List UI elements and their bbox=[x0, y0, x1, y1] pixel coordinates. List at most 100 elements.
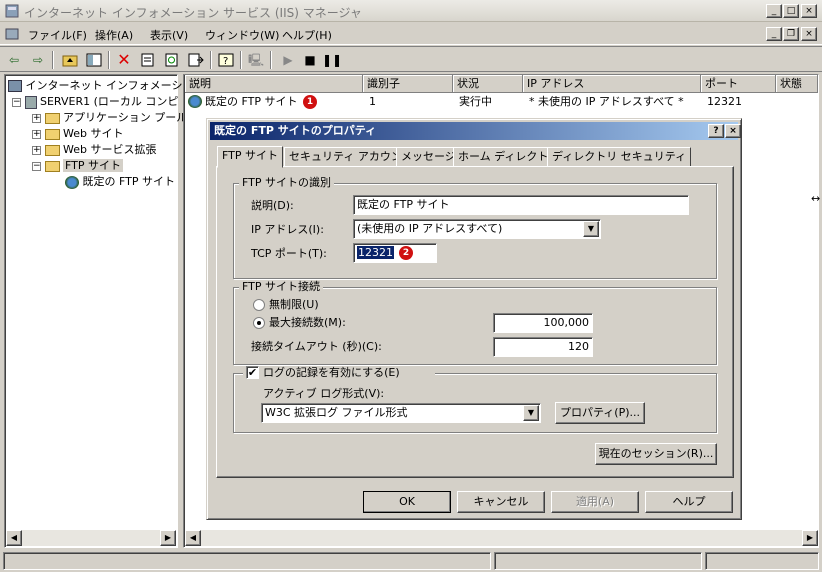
tree-server[interactable]: − SERVER1 (ローカル コンピ bbox=[12, 94, 178, 110]
status-bar bbox=[0, 550, 822, 572]
tree-hscrollbar[interactable]: ◀ ▶ bbox=[6, 530, 176, 546]
menu-file[interactable]: ファイル(F) bbox=[28, 27, 87, 43]
scroll-right-icon[interactable]: ▶ bbox=[802, 530, 818, 546]
menu-bar: ファイル(F) 操作(A) 表示(V) ウィンドウ(W) ヘルプ(H) _ ❐ … bbox=[0, 23, 822, 45]
log-format-select[interactable]: W3C 拡張ログ ファイル形式 ▼ bbox=[261, 403, 541, 423]
maximize-button[interactable]: □ bbox=[783, 4, 799, 18]
child-minimize-button[interactable]: _ bbox=[766, 27, 782, 41]
server-icon bbox=[24, 95, 37, 109]
log-format-value: W3C 拡張ログ ファイル形式 bbox=[265, 406, 408, 419]
expand-icon[interactable]: + bbox=[32, 145, 41, 155]
menu-action[interactable]: 操作(A) bbox=[95, 27, 133, 43]
refresh-icon[interactable] bbox=[162, 50, 182, 70]
stop-icon[interactable]: ■ bbox=[300, 50, 320, 70]
max-connections-label[interactable]: 最大接続数(M): bbox=[269, 316, 346, 330]
tcp-port-input[interactable]: 12321 bbox=[353, 243, 437, 263]
current-sessions-button[interactable]: 現在のセッション(R)... bbox=[595, 443, 717, 465]
minimize-button[interactable]: _ bbox=[766, 4, 782, 18]
play-icon[interactable]: ▶ bbox=[278, 50, 298, 70]
scroll-right-icon[interactable]: ▶ bbox=[160, 530, 176, 546]
table-row[interactable]: 既定の FTP サイト 1 1 実行中 * 未使用の IP アドレスすべて * … bbox=[185, 94, 818, 110]
close-button[interactable]: × bbox=[801, 4, 817, 18]
title-bar: インターネット インフォメーション サービス (IIS) マネージャ _ □ × bbox=[0, 0, 822, 22]
pause-icon[interactable]: ❚❚ bbox=[322, 50, 342, 70]
max-connections-radio[interactable] bbox=[253, 317, 265, 329]
list-hscrollbar[interactable]: ◀ ▶ bbox=[185, 530, 818, 546]
log-enable-label[interactable]: ログの記録を有効にする(E) bbox=[263, 366, 400, 380]
tree-web-ext[interactable]: + Web サービス拡張 bbox=[32, 142, 156, 158]
log-properties-button[interactable]: プロパティ(P)... bbox=[555, 402, 645, 424]
collapse-icon[interactable]: − bbox=[32, 161, 41, 171]
iis-root-icon bbox=[8, 80, 22, 92]
folder-icon bbox=[44, 112, 60, 124]
dropdown-arrow-icon[interactable]: ▼ bbox=[583, 221, 599, 237]
child-restore-button[interactable]: ❐ bbox=[783, 27, 799, 41]
apply-button[interactable]: 適用(A) bbox=[551, 491, 639, 513]
status-pane-2 bbox=[494, 552, 702, 570]
status-pane-3 bbox=[705, 552, 819, 570]
folder-icon bbox=[44, 128, 60, 140]
back-icon[interactable]: ⇦ bbox=[4, 50, 24, 70]
row-id: 1 bbox=[369, 95, 376, 108]
col-state[interactable]: 状態 bbox=[776, 75, 818, 93]
resize-cursor-icon: ↔ bbox=[811, 192, 821, 205]
tab-directory-security[interactable]: ディレクトリ セキュリティ bbox=[547, 147, 692, 167]
delete-icon[interactable]: ✕ bbox=[114, 50, 134, 70]
tree-default-ftp[interactable]: 既定の FTP サイト bbox=[65, 174, 175, 190]
tree-ftp-sites[interactable]: − FTP サイト bbox=[32, 158, 123, 174]
col-status[interactable]: 状況 bbox=[453, 75, 523, 93]
max-connections-input[interactable]: 100,000 bbox=[493, 313, 593, 333]
log-enable-checkbox[interactable]: ✔ bbox=[246, 366, 259, 379]
tree-web-sites-label: Web サイト bbox=[63, 127, 124, 140]
row-desc: 既定の FTP サイト bbox=[205, 95, 298, 108]
ip-select-value: (未使用の IP アドレスすべて) bbox=[357, 222, 503, 235]
col-ip[interactable]: IP アドレス bbox=[523, 75, 701, 93]
properties-dialog: 既定の FTP サイトのプロパティ ? × FTP サイト セキュリティ アカウ… bbox=[206, 118, 742, 520]
unlimited-radio[interactable] bbox=[253, 299, 265, 311]
cancel-button[interactable]: キャンセル bbox=[457, 491, 545, 513]
tree-app-pools[interactable]: + アプリケーション プール bbox=[32, 110, 187, 126]
col-port[interactable]: ポート bbox=[701, 75, 776, 93]
properties-icon[interactable] bbox=[138, 50, 158, 70]
menu-help[interactable]: ヘルプ(H) bbox=[282, 27, 332, 43]
tab-ftp-site[interactable]: FTP サイト bbox=[217, 146, 283, 168]
collapse-icon[interactable]: − bbox=[12, 97, 21, 107]
tree-root[interactable]: インターネット インフォメーション bbox=[8, 78, 204, 94]
timeout-input[interactable]: 120 bbox=[493, 337, 593, 357]
dialog-close-button[interactable]: × bbox=[725, 124, 741, 138]
ip-select[interactable]: (未使用の IP アドレスすべて) ▼ bbox=[353, 219, 601, 239]
logging-legend: ✔ ログの記録を有効にする(E) bbox=[243, 366, 435, 380]
col-id[interactable]: 識別子 bbox=[363, 75, 453, 93]
folder-icon bbox=[44, 160, 60, 172]
dialog-title-bar: 既定の FTP サイトのプロパティ ? × bbox=[210, 122, 741, 140]
scroll-left-icon[interactable]: ◀ bbox=[185, 530, 201, 546]
computer-icon[interactable]: 🖳 bbox=[246, 50, 266, 70]
export-list-icon[interactable] bbox=[186, 50, 206, 70]
unlimited-label[interactable]: 無制限(U) bbox=[269, 298, 319, 312]
col-desc[interactable]: 説明 bbox=[185, 75, 363, 93]
forward-icon[interactable]: ⇨ bbox=[28, 50, 48, 70]
menu-window[interactable]: ウィンドウ(W) bbox=[205, 27, 279, 43]
dropdown-arrow-icon[interactable]: ▼ bbox=[523, 405, 539, 421]
ftp-site-icon bbox=[188, 95, 202, 108]
ftp-ident-legend: FTP サイトの識別 bbox=[239, 177, 334, 189]
up-folder-icon[interactable] bbox=[60, 50, 80, 70]
ip-label: IP アドレス(I): bbox=[251, 223, 324, 236]
tree-ftp-sites-label: FTP サイト bbox=[63, 159, 123, 172]
desc-input[interactable]: 既定の FTP サイト bbox=[353, 195, 689, 215]
tree-pane[interactable]: インターネット インフォメーション − SERVER1 (ローカル コンピ + … bbox=[4, 74, 204, 548]
help-button[interactable]: ヘルプ bbox=[645, 491, 733, 513]
ftp-conn-legend: FTP サイト接続 bbox=[239, 281, 323, 293]
dialog-help-button[interactable]: ? bbox=[708, 124, 724, 138]
scroll-left-icon[interactable]: ◀ bbox=[6, 530, 22, 546]
menu-view[interactable]: 表示(V) bbox=[150, 27, 188, 43]
tab-messages[interactable]: メッセージ bbox=[396, 147, 461, 167]
help-icon[interactable]: ? bbox=[216, 50, 236, 70]
child-close-button[interactable]: × bbox=[801, 27, 817, 41]
show-tree-icon[interactable] bbox=[84, 50, 104, 70]
expand-icon[interactable]: + bbox=[32, 113, 41, 123]
expand-icon[interactable]: + bbox=[32, 129, 41, 139]
tree-web-sites[interactable]: + Web サイト bbox=[32, 126, 123, 142]
ok-button[interactable]: OK bbox=[363, 491, 451, 513]
dialog-title: 既定の FTP サイトのプロパティ bbox=[214, 124, 377, 137]
